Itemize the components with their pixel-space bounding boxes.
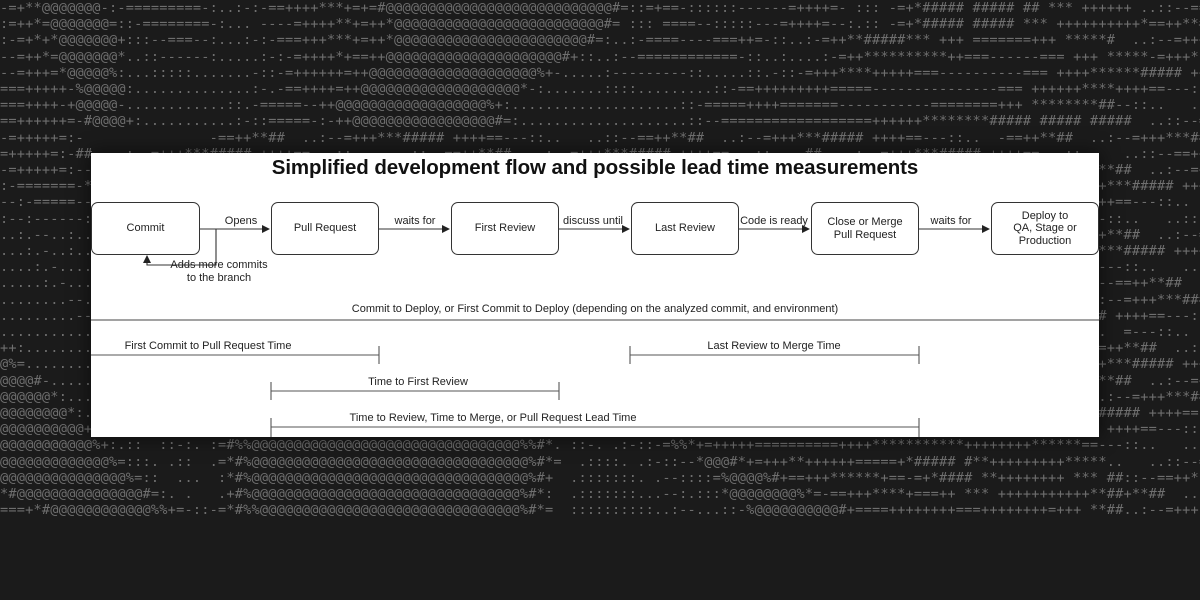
node-last-review: Last Review xyxy=(631,202,739,255)
measure-label-first-commit-to-pr: First Commit to Pull Request Time xyxy=(124,340,292,352)
node-commit: Commit xyxy=(91,202,200,255)
edge-label-waits-for-2: waits for xyxy=(930,215,972,227)
node-close-merge: Close or Merge Pull Request xyxy=(811,202,919,255)
measure-label-time-to-first-review: Time to First Review xyxy=(368,376,468,388)
diagram-panel: Simplified development flow and possible… xyxy=(91,153,1099,437)
edge-label-discuss-until: discuss until xyxy=(563,215,623,227)
node-pull-request: Pull Request xyxy=(271,202,379,255)
node-deploy: Deploy to QA, Stage or Production xyxy=(991,202,1099,255)
edge-label-code-is-ready: Code is ready xyxy=(740,215,808,227)
measure-label-pr-lead-time: Time to Review, Time to Merge, or Pull R… xyxy=(349,412,637,424)
edge-label-waits-for: waits for xyxy=(394,215,436,227)
measure-label-last-review-to-merge: Last Review to Merge Time xyxy=(707,340,841,352)
loop-label-adds-more-commits: Adds more commits to the branch xyxy=(170,259,268,284)
connector-layer xyxy=(91,225,1099,437)
measure-label-commit-to-deploy: Commit to Deploy, or First Commit to Dep… xyxy=(351,303,839,315)
edge-label-opens: Opens xyxy=(224,215,258,227)
node-first-review: First Review xyxy=(451,202,559,255)
